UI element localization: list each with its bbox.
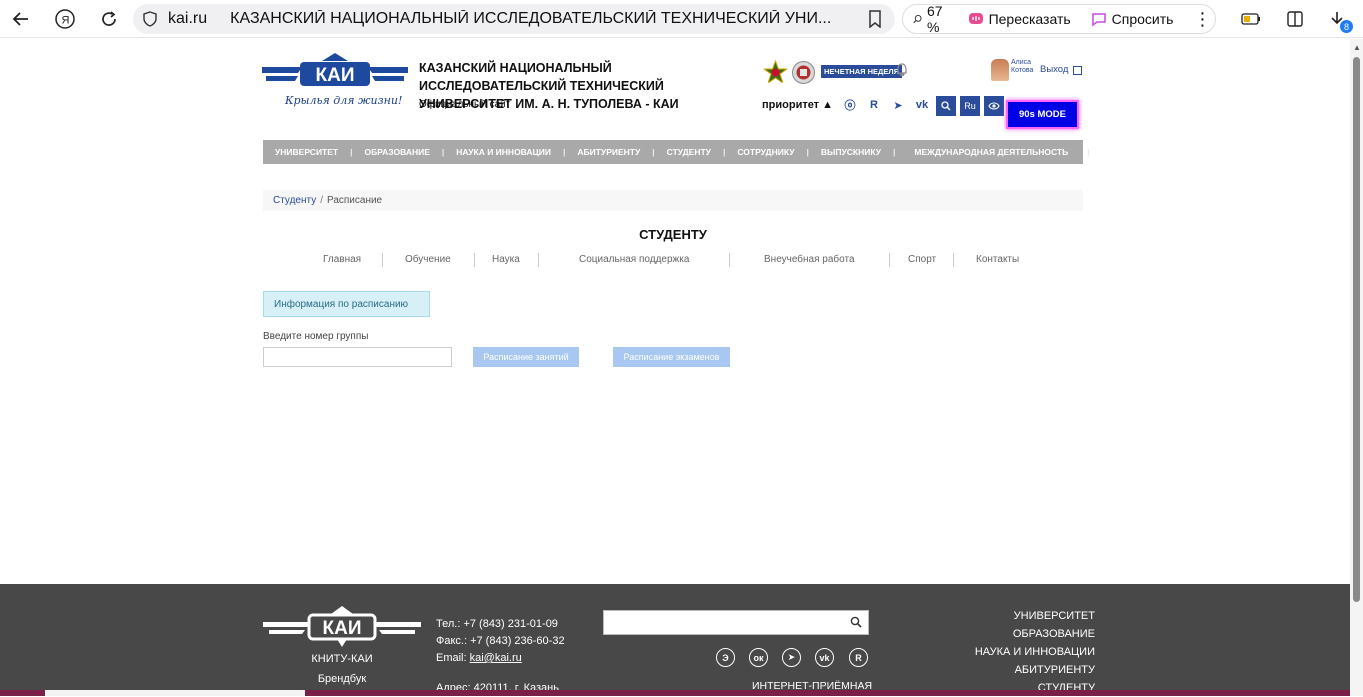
search-icon[interactable] [850,616,862,628]
breadcrumb-current: Расписание [326,195,383,206]
logout-icon[interactable] [1073,66,1082,75]
footer-menu-university[interactable]: УНИВЕРСИТЕТ [975,607,1095,625]
page-title: СТУДЕНТУ [639,227,707,242]
subnav-extracurricular[interactable]: Внеучебная работа [764,254,855,265]
breadcrumb-student[interactable]: Студенту [273,195,316,206]
footer-vk-icon[interactable]: vk [815,648,834,667]
subnav-science[interactable]: Наука [492,254,520,265]
footer-menu-science[interactable]: НАУКА И ИННОВАЦИИ [975,643,1095,661]
retell-button[interactable]: Пересказать [958,11,1081,27]
footer-bottom-strip [0,690,1350,696]
menu-item-education[interactable]: ОБРАЗОВАНИЕ [353,147,442,157]
tab-page-title: КАЗАНСКИЙ НАЦИОНАЛЬНЫЙ ИССЛЕДОВАТЕЛЬСКИЙ… [230,10,832,27]
ask-icon [1091,13,1106,27]
menu-item-applicant[interactable]: АБИТУРИЕНТУ [565,147,652,157]
subnav-study[interactable]: Обучение [405,254,451,265]
zoom-control[interactable]: 67 % [903,3,958,35]
footer-contacts: Тел.: +7 (843) 231-01-09 Факс.: +7 (843)… [436,618,565,664]
svg-text:КАИ: КАИ [323,618,362,639]
slogan: Крылья для жизни! [285,94,403,107]
main-menu: УНИВЕРСИТЕТ | ОБРАЗОВАНИЕ | НАУКА И ИННОВА… [263,140,1122,164]
menu-item-graduate[interactable]: ВЫПУСКНИКУ [809,147,893,157]
url-host[interactable]: kai.ru [168,10,207,28]
odnoklassniki-icon[interactable]: ⓞ [843,98,857,112]
menu-item-international[interactable]: МЕЖДУНАРОДНАЯ ДЕЯТЕЛЬНОСТЬ [895,147,1087,157]
footer-org-name: КНИТУ-КАИ [311,653,373,665]
bookmark-icon[interactable] [867,10,883,28]
browser-toolbar: Я kai.ru КАЗАНСКИЙ НАЦИОНАЛЬНЫЙ ИССЛЕДОВ… [0,0,1363,38]
shield-icon[interactable] [142,11,158,27]
schedule-info-tab[interactable]: Информация по расписанию [263,291,430,317]
footer-odnoklassniki-icon[interactable]: ок [749,648,768,667]
logout-link[interactable]: Выход [1040,64,1068,75]
subnav-contacts[interactable]: Контакты [976,254,1019,265]
footer-brandbook-link[interactable]: Брендбук [263,673,421,685]
back-icon[interactable] [8,7,34,31]
zoom-icon [913,15,922,24]
user-avatar[interactable] [991,59,1009,81]
medal-emblem-icon[interactable] [791,60,816,85]
more-menu-icon[interactable]: ⋮ [1183,9,1221,30]
footer-phone: Тел.: +7 (843) 231-01-09 [436,618,558,630]
battery-icon[interactable] [1240,8,1262,30]
scroll-up-icon[interactable]: ▲ [1353,43,1361,52]
assistant-toolbar: 67 % Пересказать Спросить ⋮ [902,3,1216,35]
subnav-social-support[interactable]: Социальная поддержка [579,254,689,265]
menu-item-student[interactable]: СТУДЕНТУ [655,147,723,157]
scrollbar-thumb[interactable] [1353,57,1360,602]
rutube-icon[interactable]: R [867,98,881,112]
footer-rutube-icon[interactable]: R [849,648,868,667]
menu-item-employee[interactable]: СОТРУДНИКУ [725,147,806,157]
breadcrumb: Студенту / Расписание [263,190,1083,211]
exams-schedule-button[interactable]: Расписание экзаменов [613,347,730,367]
language-button[interactable]: Ru [960,96,980,116]
footer-kai-logo[interactable]: КАИ [263,606,421,648]
footer-menu-education[interactable]: ОБРАЗОВАНИЕ [975,625,1095,643]
footer-telegram-icon[interactable]: ➤ [782,648,801,667]
group-number-label: Введите номер группы [263,331,369,342]
downloads-badge: 8 [1340,20,1353,33]
collections-icon[interactable] [1284,8,1306,30]
search-icon [941,101,951,111]
official-site-label: Официальный сайт [419,99,511,110]
accessibility-icon[interactable] [984,96,1004,116]
90s-mode-button[interactable]: 90s MODE [1006,100,1079,129]
footer-email-link[interactable]: kai@kai.ru [470,652,522,664]
footer-ya-zen-icon[interactable]: Э [716,648,735,667]
retell-icon [968,13,983,24]
yandex-icon[interactable]: Я [52,7,78,31]
classes-schedule-button[interactable]: Расписание занятий [473,347,579,367]
week-parity-badge: НЕЧЕТНАЯ НЕДЕЛЯ [821,65,902,78]
address-bar[interactable]: kai.ru КАЗАНСКИЙ НАЦИОНАЛЬНЫЙ ИССЛЕДОВАТ… [133,4,895,34]
vk-icon[interactable]: vk [915,98,929,112]
ask-button[interactable]: Спросить [1081,11,1184,27]
subnav-sport[interactable]: Спорт [908,254,936,265]
menu-item-pish[interactable]: ПИШ [1090,147,1135,157]
footer-fax: Факс.: +7 (843) 236-60-32 [436,635,565,647]
menu-item-science[interactable]: НАУКА И ИННОВАЦИИ [444,147,563,157]
user-name[interactable]: Алиса Котова [1011,59,1033,75]
footer [0,584,1350,696]
reload-icon[interactable] [96,7,122,31]
svg-text:КАИ: КАИ [316,65,355,86]
footer-menu: УНИВЕРСИТЕТ ОБРАЗОВАНИЕ НАУКА И ИННОВАЦИ… [975,607,1095,697]
svg-text:Я: Я [62,15,70,27]
footer-search-input[interactable] [603,610,869,635]
prioritet-logo[interactable]: приоритет ▲ [762,99,833,111]
group-number-input[interactable] [263,347,452,367]
footer-menu-applicant[interactable]: АБИТУРИЕНТУ [975,661,1095,679]
star-emblem-icon[interactable] [763,60,788,85]
menu-item-university[interactable]: УНИВЕРСИТЕТ [263,147,350,157]
search-button[interactable] [936,96,956,116]
page-scrollbar[interactable]: ▲ [1350,39,1363,696]
subnav-main[interactable]: Главная [323,254,361,265]
bell-icon[interactable] [896,63,908,77]
zoom-level: 67 % [927,3,943,35]
telegram-icon[interactable]: ➤ [891,98,905,112]
